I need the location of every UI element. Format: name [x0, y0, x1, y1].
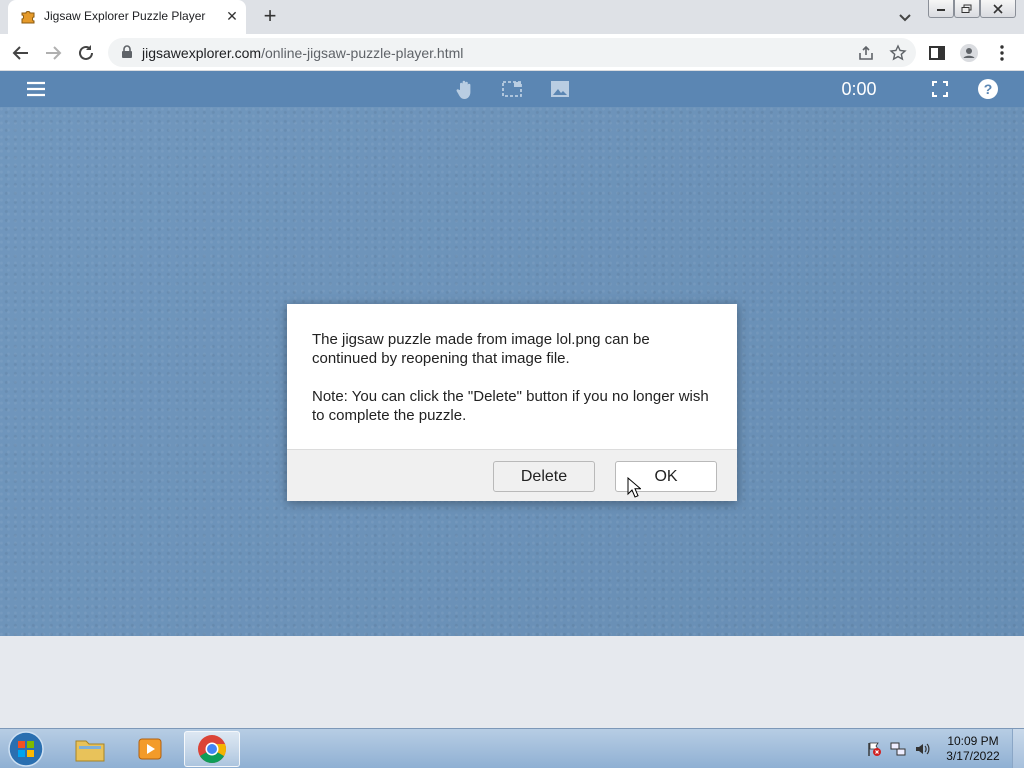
- puzzle-favicon-icon: [21, 11, 35, 24]
- tab-title: Jigsaw Explorer Puzzle Player: [44, 9, 206, 23]
- app-header: 0:00 ?: [0, 71, 1024, 107]
- browser-tab[interactable]: Jigsaw Explorer Puzzle Player ✕: [8, 0, 246, 34]
- more-menu-icon[interactable]: [992, 43, 1012, 63]
- taskbar-explorer[interactable]: [62, 731, 118, 767]
- new-tab-button[interactable]: +: [258, 4, 282, 28]
- folder-icon: [75, 740, 105, 762]
- windows-taskbar: 10:09 PM 3/17/2022: [0, 728, 1024, 768]
- dialog-message: The jigsaw puzzle made from image lol.pn…: [312, 331, 650, 367]
- side-panel-icon[interactable]: [927, 43, 947, 63]
- profile-avatar-icon[interactable]: [959, 43, 979, 63]
- menu-icon[interactable]: [25, 78, 47, 100]
- url-text[interactable]: jigsawexplorer.com/online-jigsaw-puzzle-…: [142, 45, 463, 61]
- window-minimize-button[interactable]: [928, 0, 954, 18]
- windows-start-button[interactable]: [6, 730, 46, 768]
- window-restore-button[interactable]: [954, 0, 980, 18]
- address-bar[interactable]: jigsawexplorer.com/online-jigsaw-puzzle-…: [108, 38, 916, 67]
- mouse-cursor-icon: [627, 477, 641, 498]
- svg-text:?: ?: [984, 81, 993, 97]
- chrome-icon: [198, 735, 226, 763]
- back-arrow-icon[interactable]: [10, 42, 32, 64]
- share-icon[interactable]: [857, 44, 875, 62]
- system-clock[interactable]: 10:09 PM 3/17/2022: [940, 734, 1006, 764]
- hand-icon[interactable]: [454, 78, 476, 100]
- delete-button[interactable]: Delete: [493, 461, 595, 492]
- dialog-note: Note: You can click the "Delete" button …: [312, 388, 709, 424]
- tab-search-chevron-icon[interactable]: [896, 8, 914, 26]
- browser-tab-strip: Jigsaw Explorer Puzzle Player ✕ +: [0, 0, 1024, 34]
- selection-icon[interactable]: [501, 78, 523, 100]
- fullscreen-icon[interactable]: [929, 78, 951, 100]
- dialog-body: The jigsaw puzzle made from image lol.pn…: [312, 330, 712, 425]
- show-desktop-button[interactable]: [1012, 729, 1024, 768]
- puzzle-timer: 0:00: [841, 79, 877, 99]
- tab-close-icon[interactable]: ✕: [224, 8, 240, 24]
- volume-icon[interactable]: [914, 741, 930, 757]
- network-icon[interactable]: [890, 741, 906, 757]
- action-center-flag-icon[interactable]: [866, 741, 882, 757]
- help-icon[interactable]: ?: [977, 78, 999, 100]
- window-close-button[interactable]: [980, 0, 1016, 18]
- resume-puzzle-dialog: The jigsaw puzzle made from image lol.pn…: [287, 304, 737, 501]
- browser-toolbar: jigsawexplorer.com/online-jigsaw-puzzle-…: [0, 34, 1024, 71]
- bookmark-star-icon[interactable]: [889, 44, 907, 62]
- page-background: [0, 636, 1024, 728]
- forward-arrow-icon[interactable]: [42, 42, 64, 64]
- clock-time: 10:09 PM: [947, 734, 999, 748]
- taskbar-chrome[interactable]: [184, 731, 240, 767]
- image-icon[interactable]: [549, 78, 571, 100]
- reload-icon[interactable]: [75, 42, 97, 64]
- lock-icon[interactable]: [120, 45, 134, 59]
- media-player-icon: [138, 738, 162, 760]
- dialog-footer: Delete OK: [287, 449, 737, 501]
- taskbar-media-player[interactable]: [122, 731, 178, 767]
- clock-date: 3/17/2022: [946, 749, 1000, 763]
